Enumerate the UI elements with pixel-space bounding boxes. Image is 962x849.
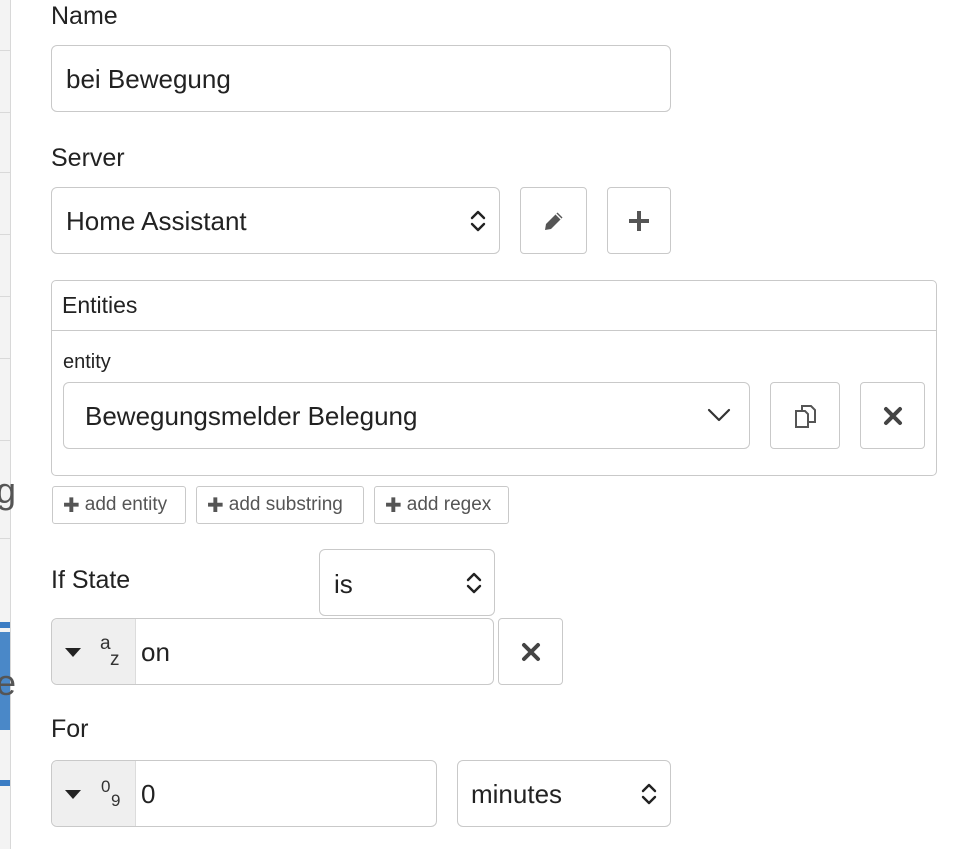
add-regex-label: add regex [406, 494, 492, 515]
bg-line [0, 358, 10, 359]
entities-header: Entities [62, 292, 138, 318]
string-type-icon-top: a [100, 633, 111, 654]
entity-row-label: entity [63, 351, 111, 373]
state-value-input[interactable]: a z on [51, 618, 494, 685]
number-type-icon-top: 0 [101, 777, 111, 796]
entity-select[interactable]: Bewegungsmelder Belegung [63, 382, 750, 449]
close-icon [521, 642, 540, 661]
pencil-icon [544, 212, 562, 230]
bg-highlight [0, 622, 10, 628]
chevron-down-icon [707, 408, 731, 422]
plus-icon: ✚ [385, 494, 402, 517]
bg-highlight [0, 780, 10, 786]
string-type-icon-bottom: z [110, 649, 120, 670]
value-type-selector[interactable]: a z [52, 619, 136, 684]
copy-icon [795, 404, 816, 428]
for-unit-select[interactable]: minutes [457, 760, 671, 827]
for-value-input[interactable]: 0 9 0 [51, 760, 437, 827]
add-entity-label: add entity [84, 494, 168, 515]
up-down-arrows-icon [470, 210, 486, 232]
server-select[interactable]: Home Assistant [51, 187, 500, 254]
number-type-icon-bottom: 9 [111, 791, 121, 810]
up-down-arrows-icon [641, 783, 657, 805]
add-substring-button[interactable]: ✚ add substring [196, 486, 364, 524]
entities-panel: Entities entity Bewegungsmelder Belegung [51, 280, 937, 476]
bg-line [0, 538, 10, 539]
bg-line [0, 234, 10, 235]
state-operator-select[interactable]: is [319, 549, 495, 616]
for-label: For [51, 715, 89, 743]
bg-line [0, 440, 10, 441]
state-operator-value: is [334, 569, 353, 599]
value-type-selector[interactable]: 0 9 [52, 761, 136, 826]
name-input-value: bei Bewegung [66, 64, 231, 94]
caret-down-icon [65, 648, 81, 657]
remove-entity-button[interactable] [860, 382, 925, 449]
entity-select-value: Bewegungsmelder Belegung [85, 401, 418, 431]
bg-line [0, 50, 10, 51]
add-regex-button[interactable]: ✚ add regex [374, 486, 509, 524]
entities-divider [52, 330, 936, 331]
server-label: Server [51, 144, 125, 172]
bg-glyph: g [0, 470, 17, 511]
state-value-text: on [141, 637, 170, 667]
plus-icon [629, 210, 649, 231]
for-unit-value: minutes [471, 779, 563, 809]
name-label: Name [51, 2, 118, 30]
name-input[interactable]: bei Bewegung [51, 45, 671, 112]
server-select-value: Home Assistant [66, 206, 247, 236]
for-value-text: 0 [141, 779, 156, 809]
caret-down-icon [65, 790, 81, 799]
bg-line [0, 112, 10, 113]
bg-glyph: e [0, 662, 17, 703]
close-icon [883, 406, 902, 425]
copy-entity-button[interactable] [770, 382, 840, 449]
add-substring-label: add substring [228, 494, 343, 515]
plus-icon: ✚ [207, 494, 224, 517]
bg-line [0, 172, 10, 173]
add-entity-button[interactable]: ✚ add entity [52, 486, 186, 524]
background-panel-edge: g e [0, 0, 16, 849]
bg-line [0, 296, 10, 297]
add-server-button[interactable] [607, 187, 671, 254]
remove-state-button[interactable] [498, 618, 563, 685]
up-down-arrows-icon [466, 572, 482, 594]
plus-icon: ✚ [63, 494, 80, 517]
edit-server-button[interactable] [520, 187, 587, 254]
if-state-label: If State [51, 566, 131, 594]
